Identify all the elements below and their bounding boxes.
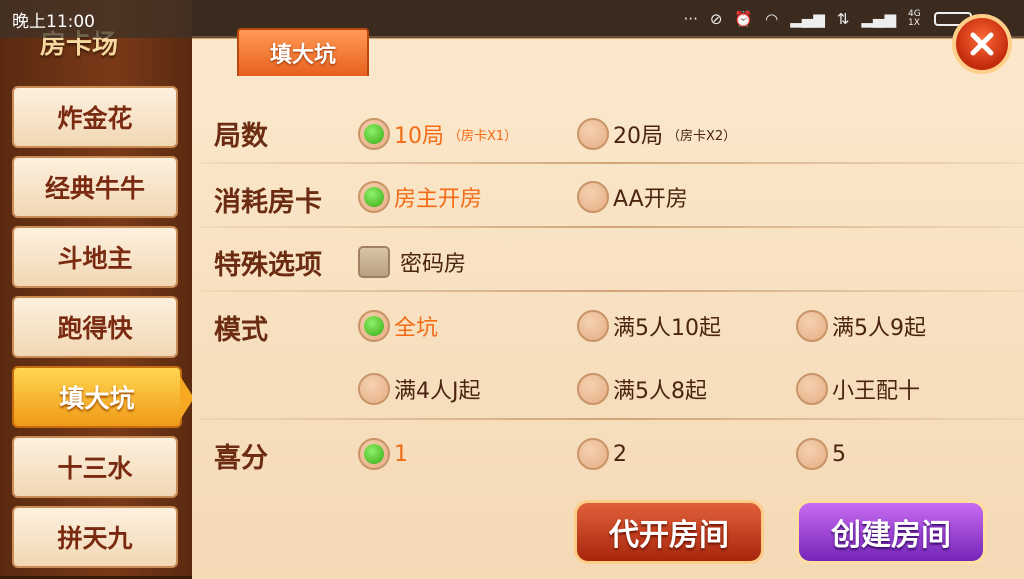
radio-icon: [577, 373, 609, 405]
option-label: 2: [613, 441, 627, 467]
card-cost-option-owner[interactable]: 房主开房: [358, 177, 482, 217]
mode-option-xiaowang[interactable]: 小王配十: [796, 369, 920, 409]
radio-icon: [577, 310, 609, 342]
radio-icon: [796, 373, 828, 405]
bonus-option-1[interactable]: 1: [358, 434, 408, 474]
special-option-password-room[interactable]: 密码房: [358, 242, 466, 282]
mode-option-5p10[interactable]: 满5人10起: [577, 306, 721, 346]
tab-tiandakeng[interactable]: 填大坑: [237, 28, 369, 76]
signal2-icon: ▂▄▆: [861, 10, 896, 28]
option-label: AA开房: [613, 187, 688, 212]
rounds-option-10[interactable]: 10局 （房卡X1）: [358, 114, 517, 154]
mute-icon: ⊘: [709, 10, 723, 28]
network-label: 4G 1X: [908, 9, 921, 28]
divider: [200, 418, 1024, 420]
status-time: 晚上11:00: [12, 11, 95, 32]
radio-checked-icon: [358, 438, 390, 470]
option-label: 1: [394, 441, 408, 467]
alarm-icon: ⏰: [734, 10, 754, 28]
proxy-open-room-button[interactable]: 代开房间: [574, 500, 764, 564]
special-label: 特殊选项: [214, 250, 322, 281]
radio-icon: [577, 118, 609, 150]
bonus-label: 喜分: [214, 443, 268, 474]
more-icon: ···: [683, 10, 698, 28]
sidebar-item-tiandakeng[interactable]: 填大坑: [12, 366, 182, 428]
create-room-button[interactable]: 创建房间: [796, 500, 986, 564]
signal-icon: ▂▄▆: [790, 10, 825, 28]
radio-checked-icon: [358, 310, 390, 342]
sidebar-item-zhajinhua[interactable]: 炸金花: [12, 86, 178, 148]
sidebar: 房卡场 炸金花 经典牛牛 斗地主 跑得快 填大坑 十三水 拼天九: [0, 0, 194, 576]
mode-label: 模式: [214, 315, 268, 346]
sidebar-item-jingdianniuniu[interactable]: 经典牛牛: [12, 156, 178, 218]
radio-icon: [577, 181, 609, 213]
option-label: 10局: [394, 124, 444, 149]
divider: [200, 226, 1024, 228]
option-label: 满5人10起: [613, 316, 721, 341]
option-label: 5: [832, 441, 846, 467]
option-label: 小王配十: [832, 379, 921, 404]
status-bar: 晚上11:00 ··· ⊘ ⏰ ◠ ▂▄▆ ⇅ ▂▄▆ 4G 1X: [0, 0, 1024, 38]
radio-icon: [796, 310, 828, 342]
option-label: 全坑: [394, 316, 439, 341]
radio-icon: [796, 438, 828, 470]
sidebar-item-pintianjiu[interactable]: 拼天九: [12, 506, 178, 568]
checkbox-icon: [358, 246, 390, 278]
mode-option-5p8[interactable]: 满5人8起: [577, 369, 707, 409]
status-icons: ··· ⊘ ⏰ ◠ ▂▄▆ ⇅ ▂▄▆ 4G 1X: [683, 9, 975, 28]
radio-icon: [358, 373, 390, 405]
divider: [200, 162, 1024, 164]
bonus-option-2[interactable]: 2: [577, 434, 627, 474]
option-label: 20局: [613, 124, 663, 149]
rounds-label: 局数: [214, 121, 268, 152]
close-icon: [970, 32, 994, 56]
divider: [200, 290, 1024, 292]
sidebar-item-paodekuai[interactable]: 跑得快: [12, 296, 178, 358]
option-sublabel: （房卡X2）: [667, 128, 737, 144]
sync-icon: ⇅: [836, 10, 850, 28]
option-label: 密码房: [400, 252, 467, 277]
mode-option-5p9[interactable]: 满5人9起: [796, 306, 926, 346]
sidebar-item-doudizhu[interactable]: 斗地主: [12, 226, 178, 288]
rounds-option-20[interactable]: 20局 （房卡X2）: [577, 114, 736, 154]
option-label: 满5人8起: [613, 379, 707, 404]
mode-option-4pj[interactable]: 满4人J起: [358, 369, 481, 409]
option-label: 满4人J起: [394, 379, 481, 404]
mode-option-quankeng[interactable]: 全坑: [358, 306, 438, 346]
option-label: 满5人9起: [832, 316, 926, 341]
radio-icon: [577, 438, 609, 470]
radio-checked-icon: [358, 118, 390, 150]
bonus-option-5[interactable]: 5: [796, 434, 846, 474]
radio-checked-icon: [358, 181, 390, 213]
card-cost-label: 消耗房卡: [214, 187, 322, 218]
sidebar-item-shisanshui[interactable]: 十三水: [12, 436, 178, 498]
close-button[interactable]: [952, 14, 1012, 74]
wifi-icon: ◠: [765, 10, 779, 28]
option-label: 房主开房: [394, 187, 483, 212]
option-sublabel: （房卡X1）: [448, 128, 518, 144]
card-cost-option-aa[interactable]: AA开房: [577, 177, 688, 217]
